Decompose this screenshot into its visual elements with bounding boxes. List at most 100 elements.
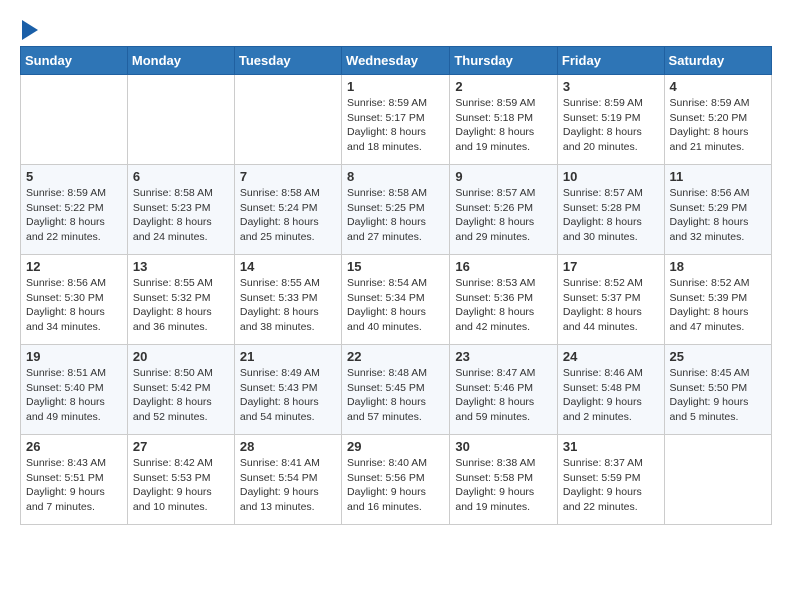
calendar-cell: 1Sunrise: 8:59 AM Sunset: 5:17 PM Daylig… [342,75,450,165]
day-number: 11 [670,169,766,184]
day-detail: Sunrise: 8:40 AM Sunset: 5:56 PM Dayligh… [347,456,444,515]
day-number: 24 [563,349,659,364]
day-detail: Sunrise: 8:59 AM Sunset: 5:20 PM Dayligh… [670,96,766,155]
day-detail: Sunrise: 8:58 AM Sunset: 5:25 PM Dayligh… [347,186,444,245]
day-detail: Sunrise: 8:56 AM Sunset: 5:30 PM Dayligh… [26,276,122,335]
calendar-cell [21,75,128,165]
day-detail: Sunrise: 8:48 AM Sunset: 5:45 PM Dayligh… [347,366,444,425]
day-number: 30 [455,439,552,454]
page-header [20,20,772,36]
day-detail: Sunrise: 8:45 AM Sunset: 5:50 PM Dayligh… [670,366,766,425]
day-number: 3 [563,79,659,94]
weekday-header-saturday: Saturday [664,47,771,75]
day-number: 7 [240,169,336,184]
day-number: 13 [133,259,229,274]
calendar-cell [664,435,771,525]
day-number: 9 [455,169,552,184]
day-number: 28 [240,439,336,454]
day-number: 4 [670,79,766,94]
logo-arrow-icon [22,20,38,40]
calendar-cell: 27Sunrise: 8:42 AM Sunset: 5:53 PM Dayli… [127,435,234,525]
calendar-cell: 10 Sunrise: 8:57 AM Sunset: 5:28 PM Dayli… [557,165,664,255]
calendar-week-row: 5 Sunrise: 8:59 AM Sunset: 5:22 PM Daylig… [21,165,772,255]
day-detail: Sunrise: 8:51 AM Sunset: 5:40 PM Dayligh… [26,366,122,425]
day-number: 16 [455,259,552,274]
day-number: 8 [347,169,444,184]
day-detail: Sunrise: 8:56 AM Sunset: 5:29 PM Dayligh… [670,186,766,245]
calendar-cell: 19 Sunrise: 8:51 AM Sunset: 5:40 PM Dayli… [21,345,128,435]
calendar-week-row: 12 Sunrise: 8:56 AM Sunset: 5:30 PM Dayli… [21,255,772,345]
day-detail: Sunrise: 8:52 AM Sunset: 5:37 PM Dayligh… [563,276,659,335]
day-detail: Sunrise: 8:52 AM Sunset: 5:39 PM Dayligh… [670,276,766,335]
day-number: 26 [26,439,122,454]
calendar-header-row: SundayMondayTuesdayWednesdayThursdayFrid… [21,47,772,75]
day-number: 5 [26,169,122,184]
calendar-cell: 20Sunrise: 8:50 AM Sunset: 5:42 PM Dayli… [127,345,234,435]
day-number: 15 [347,259,444,274]
day-number: 23 [455,349,552,364]
day-number: 18 [670,259,766,274]
calendar-cell: 29 Sunrise: 8:40 AM Sunset: 5:56 PM Dayli… [342,435,450,525]
day-detail: Sunrise: 8:49 AM Sunset: 5:43 PM Dayligh… [240,366,336,425]
day-detail: Sunrise: 8:53 AM Sunset: 5:36 PM Dayligh… [455,276,552,335]
calendar-cell: 22 Sunrise: 8:48 AM Sunset: 5:45 PM Dayli… [342,345,450,435]
day-number: 21 [240,349,336,364]
day-number: 17 [563,259,659,274]
day-detail: Sunrise: 8:57 AM Sunset: 5:26 PM Dayligh… [455,186,552,245]
calendar-table: SundayMondayTuesdayWednesdayThursdayFrid… [20,46,772,525]
calendar-cell: 7 Sunrise: 8:58 AM Sunset: 5:24 PM Daylig… [234,165,341,255]
calendar-cell [127,75,234,165]
calendar-cell: 21 Sunrise: 8:49 AM Sunset: 5:43 PM Dayli… [234,345,341,435]
weekday-header-thursday: Thursday [450,47,558,75]
day-detail: Sunrise: 8:59 AM Sunset: 5:18 PM Dayligh… [455,96,552,155]
calendar-cell: 3Sunrise: 8:59 AM Sunset: 5:19 PM Daylig… [557,75,664,165]
weekday-header-tuesday: Tuesday [234,47,341,75]
day-detail: Sunrise: 8:55 AM Sunset: 5:33 PM Dayligh… [240,276,336,335]
day-detail: Sunrise: 8:58 AM Sunset: 5:23 PM Dayligh… [133,186,229,245]
day-detail: Sunrise: 8:46 AM Sunset: 5:48 PM Dayligh… [563,366,659,425]
calendar-cell: 9 Sunrise: 8:57 AM Sunset: 5:26 PM Daylig… [450,165,558,255]
calendar-week-row: 19 Sunrise: 8:51 AM Sunset: 5:40 PM Dayli… [21,345,772,435]
calendar-cell: 23 Sunrise: 8:47 AM Sunset: 5:46 PM Dayli… [450,345,558,435]
day-detail: Sunrise: 8:41 AM Sunset: 5:54 PM Dayligh… [240,456,336,515]
day-number: 12 [26,259,122,274]
day-number: 29 [347,439,444,454]
calendar-week-row: 1Sunrise: 8:59 AM Sunset: 5:17 PM Daylig… [21,75,772,165]
calendar-cell: 31Sunrise: 8:37 AM Sunset: 5:59 PM Dayli… [557,435,664,525]
day-detail: Sunrise: 8:59 AM Sunset: 5:22 PM Dayligh… [26,186,122,245]
day-detail: Sunrise: 8:42 AM Sunset: 5:53 PM Dayligh… [133,456,229,515]
day-number: 1 [347,79,444,94]
calendar-cell: 17 Sunrise: 8:52 AM Sunset: 5:37 PM Dayli… [557,255,664,345]
day-detail: Sunrise: 8:55 AM Sunset: 5:32 PM Dayligh… [133,276,229,335]
day-detail: Sunrise: 8:58 AM Sunset: 5:24 PM Dayligh… [240,186,336,245]
calendar-cell: 2Sunrise: 8:59 AM Sunset: 5:18 PM Daylig… [450,75,558,165]
day-detail: Sunrise: 8:57 AM Sunset: 5:28 PM Dayligh… [563,186,659,245]
day-detail: Sunrise: 8:37 AM Sunset: 5:59 PM Dayligh… [563,456,659,515]
day-detail: Sunrise: 8:47 AM Sunset: 5:46 PM Dayligh… [455,366,552,425]
calendar-cell: 5 Sunrise: 8:59 AM Sunset: 5:22 PM Daylig… [21,165,128,255]
day-number: 25 [670,349,766,364]
calendar-cell: 8 Sunrise: 8:58 AM Sunset: 5:25 PM Daylig… [342,165,450,255]
calendar-cell: 4 Sunrise: 8:59 AM Sunset: 5:20 PM Daylig… [664,75,771,165]
calendar-cell: 16 Sunrise: 8:53 AM Sunset: 5:36 PM Dayli… [450,255,558,345]
day-number: 10 [563,169,659,184]
calendar-cell [234,75,341,165]
day-number: 6 [133,169,229,184]
day-detail: Sunrise: 8:38 AM Sunset: 5:58 PM Dayligh… [455,456,552,515]
calendar-cell: 28 Sunrise: 8:41 AM Sunset: 5:54 PM Dayli… [234,435,341,525]
day-number: 19 [26,349,122,364]
day-number: 14 [240,259,336,274]
calendar-cell: 12 Sunrise: 8:56 AM Sunset: 5:30 PM Dayli… [21,255,128,345]
day-detail: Sunrise: 8:43 AM Sunset: 5:51 PM Dayligh… [26,456,122,515]
calendar-cell: 26 Sunrise: 8:43 AM Sunset: 5:51 PM Dayli… [21,435,128,525]
calendar-cell: 30 Sunrise: 8:38 AM Sunset: 5:58 PM Dayli… [450,435,558,525]
weekday-header-sunday: Sunday [21,47,128,75]
calendar-cell: 13 Sunrise: 8:55 AM Sunset: 5:32 PM Dayli… [127,255,234,345]
calendar-cell: 18 Sunrise: 8:52 AM Sunset: 5:39 PM Dayli… [664,255,771,345]
day-number: 22 [347,349,444,364]
day-detail: Sunrise: 8:54 AM Sunset: 5:34 PM Dayligh… [347,276,444,335]
calendar-cell: 15 Sunrise: 8:54 AM Sunset: 5:34 PM Dayli… [342,255,450,345]
calendar-week-row: 26 Sunrise: 8:43 AM Sunset: 5:51 PM Dayli… [21,435,772,525]
calendar-cell: 6 Sunrise: 8:58 AM Sunset: 5:23 PM Daylig… [127,165,234,255]
weekday-header-monday: Monday [127,47,234,75]
